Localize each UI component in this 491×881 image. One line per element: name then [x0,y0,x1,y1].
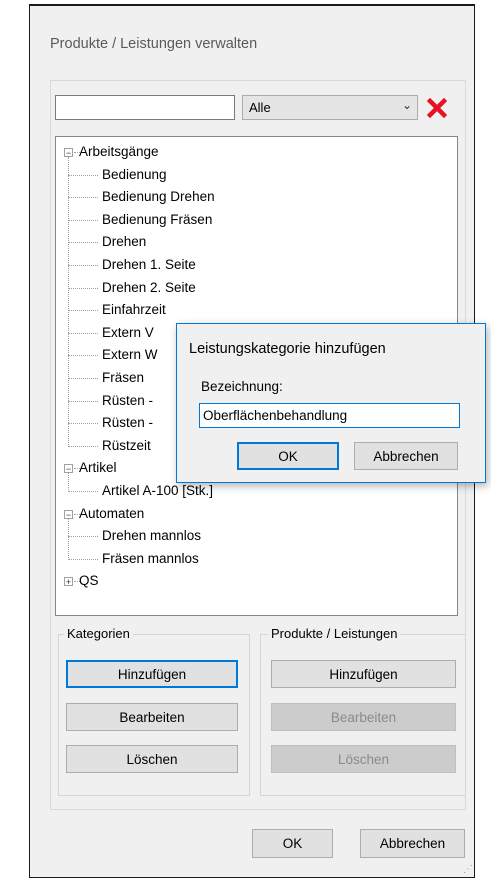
tree-item[interactable]: Rüsten - [102,414,153,431]
tree-category[interactable]: Automaten [79,505,144,522]
tree-connector [68,310,98,312]
tree-connector [68,197,98,199]
tree-item[interactable]: Einfahrzeit [102,301,166,318]
category-filter-select[interactable]: Alle ⌄ [242,95,418,120]
tree-item[interactable]: Rüstzeit [102,437,151,454]
search-input[interactable] [55,95,235,120]
tree-connector [68,518,69,560]
cancel-button[interactable]: Abbrechen [360,829,465,858]
tree-connector [68,491,98,492]
expand-icon[interactable]: + [64,577,73,587]
tree-connector [68,536,98,538]
tree-item[interactable]: Fräsen mannlos [102,550,199,567]
tree-item[interactable]: Rüsten - [102,392,153,409]
kategorie-add-button[interactable]: Hinzufügen [66,660,238,688]
produkte-group-label: Produkte / Leistungen [268,626,401,641]
window-title: Produkte / Leistungen verwalten [50,36,258,52]
collapse-icon[interactable]: − [64,509,73,519]
tree-connector [68,242,98,244]
clear-filter-button[interactable] [423,95,450,120]
bezeichnung-label: Bezeichnung: [201,379,283,394]
dialog-cancel-button[interactable]: Abbrechen [354,442,458,470]
close-icon [426,97,447,118]
kategorie-delete-button[interactable]: Löschen [66,745,238,773]
tree-item[interactable]: Bedienung Fräsen [102,211,212,228]
produkt-delete-button: Löschen [271,745,456,773]
produkt-add-button[interactable]: Hinzufügen [271,660,456,688]
tree-connector [68,355,98,357]
tree-item[interactable]: Bedienung Drehen [102,188,215,205]
dialog-title: Leistungskategorie hinzufügen [189,341,386,357]
chevron-down-icon: ⌄ [401,98,412,112]
collapse-icon[interactable]: − [64,148,73,158]
tree-connector [68,219,98,221]
bezeichnung-input[interactable] [199,403,460,428]
tree-connector [68,332,98,334]
tree-item[interactable]: Fräsen [102,369,144,386]
tree-item[interactable]: Extern V [102,324,154,341]
tree-connector [68,287,98,289]
tree-connector [68,265,98,266]
tree-connector [68,423,98,425]
produkt-edit-button: Bearbeiten [271,703,456,731]
tree-connector [68,400,98,402]
tree-connector [68,473,69,492]
kategorie-edit-button[interactable]: Bearbeiten [66,703,238,731]
resize-grip-icon[interactable]: ⋰ [463,864,473,875]
tree-item[interactable]: Drehen 1. Seite [102,256,196,273]
tree-connector [68,174,98,176]
tree-item[interactable]: Drehen [102,233,146,250]
filter-selected-value: Alle [249,100,271,115]
add-category-dialog: Leistungskategorie hinzufügen Bezeichnun… [176,323,486,483]
kategorien-group-label: Kategorien [64,626,133,641]
tree-item[interactable]: Bedienung [102,166,167,183]
tree-connector [68,558,98,560]
tree-category[interactable]: Arbeitsgänge [79,143,159,160]
tree-connector [68,378,98,379]
tree-category[interactable]: Artikel [79,459,117,476]
tree-item[interactable]: Artikel A-100 [Stk.] [102,482,213,499]
tree-connector [68,157,69,447]
ok-button[interactable]: OK [252,829,333,858]
tree-item[interactable]: Drehen 2. Seite [102,279,196,296]
dialog-ok-button[interactable]: OK [237,442,339,470]
tree-connector [68,445,98,447]
tree-item[interactable]: Drehen mannlos [102,527,201,544]
tree-category[interactable]: QS [79,572,99,589]
tree-item[interactable]: Extern W [102,346,158,363]
collapse-icon[interactable]: − [64,464,73,474]
